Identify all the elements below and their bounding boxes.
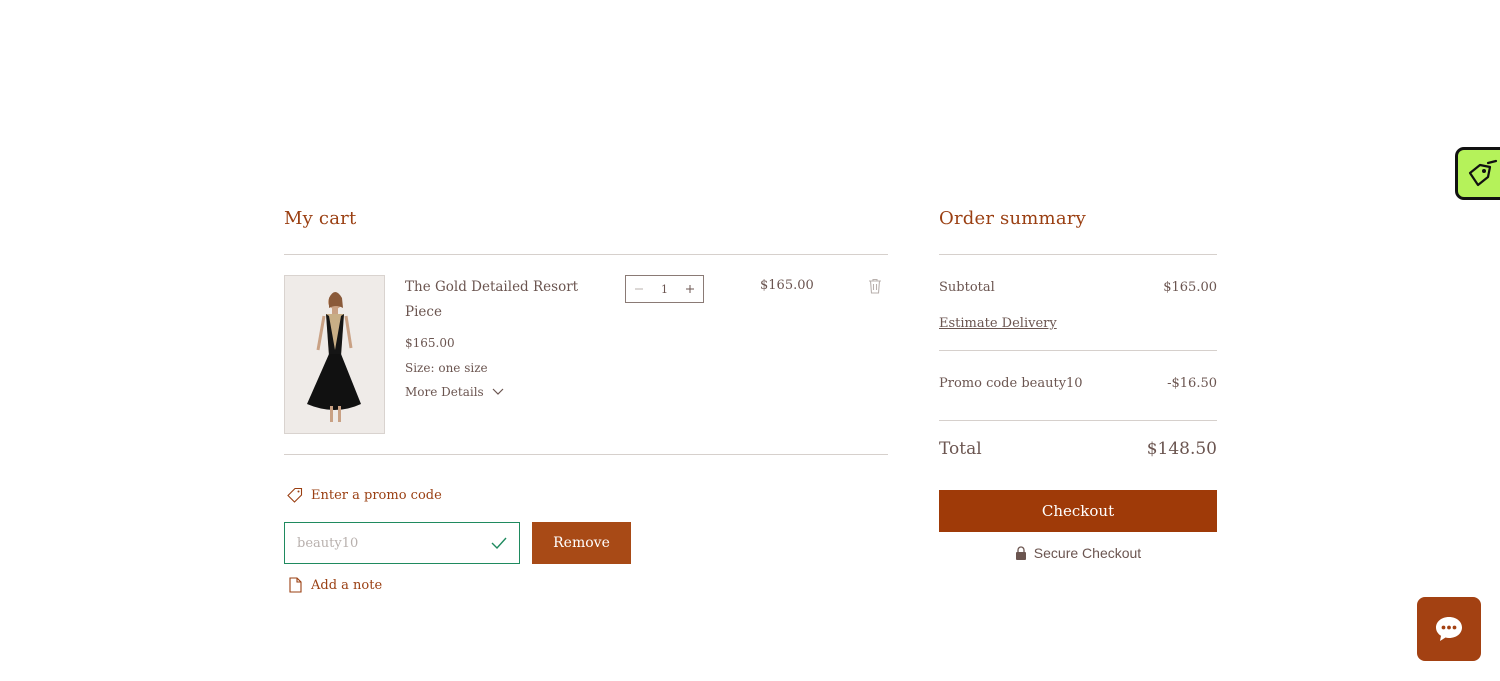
product-image[interactable] (284, 275, 385, 434)
line-item-total: $165.00 (760, 278, 814, 293)
total-value: $148.50 (1146, 439, 1217, 459)
chat-bubble-icon (1436, 617, 1462, 641)
cart-title: My cart (284, 208, 357, 229)
side-promo-widget[interactable] (1455, 147, 1500, 200)
promo-code-field[interactable] (284, 522, 520, 564)
enter-promo-code-label: Enter a promo code (311, 487, 442, 503)
summary-total-divider (939, 420, 1217, 421)
add-note-link[interactable]: Add a note (289, 577, 382, 593)
product-name[interactable]: The Gold Detailed Resort Piece (405, 275, 595, 325)
subtotal-label: Subtotal (939, 280, 995, 295)
quantity-value[interactable]: 1 (661, 283, 668, 296)
product-size: Size: one size (405, 361, 488, 375)
check-icon (491, 537, 507, 549)
tag-icon (287, 487, 303, 503)
decrease-quantity-button[interactable] (632, 282, 646, 296)
more-details-label: More Details (405, 385, 484, 399)
estimate-delivery-link[interactable]: Estimate Delivery (939, 316, 1057, 331)
enter-promo-code-link[interactable]: Enter a promo code (287, 487, 442, 503)
document-icon (289, 577, 302, 593)
lock-icon (1015, 546, 1026, 560)
secure-checkout-label: Secure Checkout (1033, 545, 1142, 561)
tag-edit-icon (1468, 159, 1498, 186)
remove-promo-button[interactable]: Remove (532, 522, 631, 564)
plus-icon (686, 285, 694, 293)
total-label: Total (939, 439, 982, 459)
more-details-toggle[interactable]: More Details (405, 385, 504, 399)
add-note-label: Add a note (311, 577, 383, 593)
increase-quantity-button[interactable] (683, 282, 697, 296)
trash-icon (869, 278, 881, 294)
promo-discount-label: Promo code beauty10 (939, 376, 1083, 391)
minus-icon (635, 288, 643, 290)
promo-code-input[interactable] (297, 535, 491, 551)
promo-discount-row: Promo code beauty10 -$16.50 (939, 376, 1217, 391)
product-unit-price: $165.00 (405, 336, 455, 350)
total-row: Total $148.50 (939, 439, 1217, 459)
summary-top-divider (939, 254, 1217, 255)
remove-item-button[interactable] (866, 277, 884, 295)
subtotal-value: $165.00 (1163, 280, 1217, 295)
chevron-down-icon (492, 388, 504, 395)
promo-discount-value: -$16.50 (1167, 376, 1217, 391)
checkout-button[interactable]: Checkout (939, 490, 1217, 532)
order-summary-title: Order summary (939, 208, 1086, 229)
cart-bottom-divider (284, 454, 888, 455)
quantity-stepper[interactable]: 1 (625, 275, 704, 303)
secure-checkout-note: Secure Checkout (939, 545, 1217, 561)
subtotal-row: Subtotal $165.00 (939, 280, 1217, 295)
dress-image (285, 276, 384, 433)
summary-mid-divider (939, 350, 1217, 351)
chat-button[interactable] (1417, 597, 1481, 661)
cart-top-divider (284, 254, 888, 255)
